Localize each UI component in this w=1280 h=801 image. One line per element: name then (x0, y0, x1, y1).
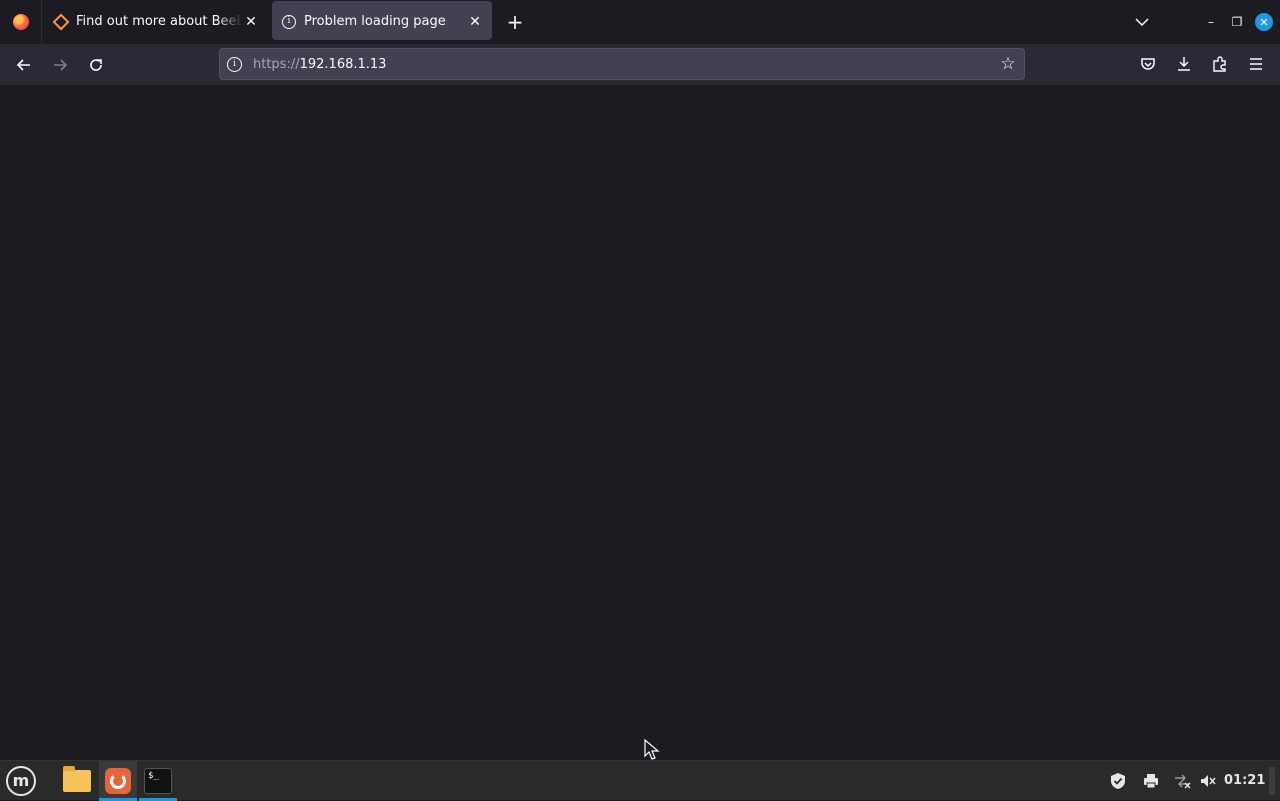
app-menu-button[interactable] (1245, 53, 1267, 75)
download-icon (1178, 57, 1190, 71)
tab-problem-loading[interactable]: i Problem loading page ✕ (272, 0, 492, 44)
reload-button[interactable] (83, 52, 109, 78)
pocket-button[interactable] (1137, 53, 1159, 75)
shield-icon[interactable] (1108, 771, 1128, 791)
maximize-button[interactable]: ❐ (1228, 13, 1246, 31)
hamburger-menu-icon (1250, 58, 1262, 70)
site-info-icon[interactable]: i (227, 57, 242, 72)
network-disconnected-icon[interactable] (1172, 771, 1192, 791)
url-bar[interactable]: i https://192.168.1.13 ☆ (219, 48, 1025, 80)
firefox-icon (12, 14, 29, 30)
taskbar-firefox-button[interactable] (99, 761, 137, 801)
terminal-icon: $_ (144, 768, 172, 794)
beebox-icon (52, 13, 70, 31)
taskbar-files-button[interactable] (58, 761, 96, 801)
url-host: 192.168.1.13 (299, 57, 387, 72)
list-all-tabs-button[interactable] (1132, 12, 1152, 32)
info-icon: i (281, 14, 297, 30)
firefox-icon (105, 768, 131, 794)
tab-label: Find out more about BeeBOX (76, 14, 242, 29)
url-scheme: https:// (253, 57, 300, 72)
printer-icon[interactable] (1141, 771, 1161, 791)
minimize-button[interactable]: – (1202, 13, 1220, 31)
downloads-button[interactable] (1173, 53, 1195, 75)
url-text[interactable]: https://192.168.1.13 (253, 57, 386, 73)
linux-mint-logo-icon: m (6, 766, 36, 796)
mouse-cursor-icon (644, 739, 660, 760)
forward-button[interactable] (47, 52, 73, 78)
arrow-left-icon (16, 59, 30, 71)
page-content[interactable] (0, 85, 1280, 760)
bookmark-star-icon[interactable]: ☆ (998, 54, 1018, 74)
new-tab-button[interactable]: + (503, 11, 527, 35)
folder-icon (63, 766, 91, 792)
back-button[interactable] (11, 52, 37, 78)
clock[interactable]: 01:21 (1224, 773, 1265, 789)
taskbar: m $_ 01:21 (0, 760, 1280, 801)
start-menu-button[interactable]: m (2, 761, 40, 801)
tab-beebox[interactable]: Find out more about BeeBOX ✕ (44, 0, 268, 44)
volume-muted-icon[interactable] (1198, 771, 1218, 791)
tab-close-button[interactable]: ✕ (466, 13, 484, 31)
puzzle-piece-icon (1213, 56, 1226, 72)
tab-close-button[interactable]: ✕ (242, 13, 260, 31)
firefox-view-button[interactable] (0, 0, 42, 44)
show-desktop-button[interactable] (1269, 767, 1275, 795)
reload-icon (90, 59, 102, 71)
pocket-icon (1141, 58, 1155, 70)
chevron-down-icon (1135, 18, 1149, 27)
tab-strip: Find out more about BeeBOX ✕ i Problem l… (0, 0, 1280, 44)
close-window-button[interactable]: ✕ (1255, 13, 1273, 31)
tab-label: Problem loading page (304, 14, 446, 29)
taskbar-terminal-button[interactable]: $_ (139, 761, 177, 801)
extensions-button[interactable] (1209, 53, 1231, 75)
navigation-toolbar: i https://192.168.1.13 ☆ (0, 44, 1280, 85)
arrow-right-icon (54, 59, 68, 71)
